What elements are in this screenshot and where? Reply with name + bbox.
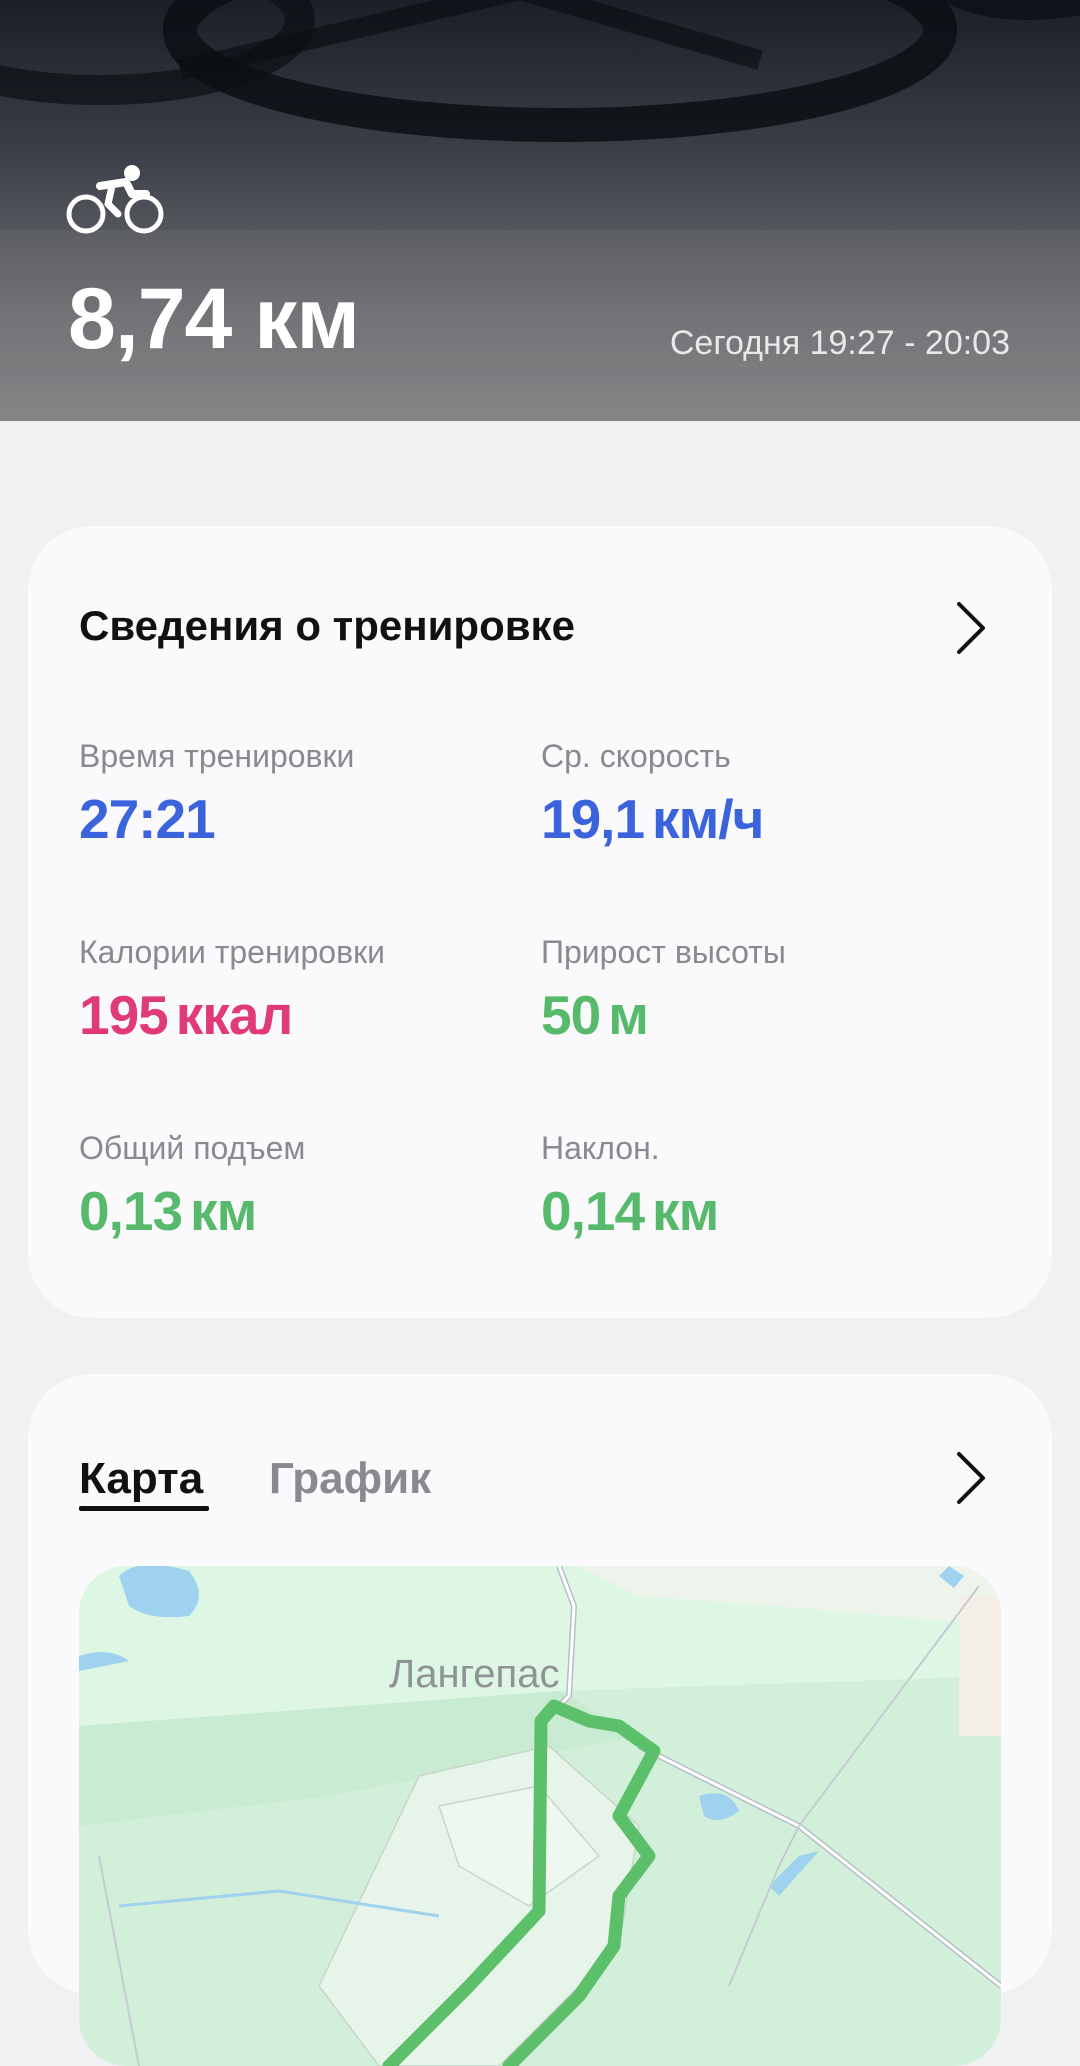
workout-details-card[interactable]: Сведения о тренировке Время тренировки 2…: [28, 526, 1052, 1318]
metric-value: 19,1 км/ч: [541, 787, 981, 851]
metric-number: 27:21: [79, 788, 216, 850]
metric-unit: ккал: [175, 984, 294, 1046]
tab-chart[interactable]: График: [269, 1454, 431, 1504]
map-canvas: [79, 1566, 1001, 2066]
metric-unit: км: [190, 1180, 257, 1242]
metric-elevation-gain: Прирост высоты 50 м: [541, 934, 981, 1047]
metric-avg-speed: Ср. скорость 19,1 км/ч: [541, 738, 981, 851]
metric-value: 0,13 км: [79, 1179, 519, 1243]
metric-label: Прирост высоты: [541, 934, 786, 970]
metric-value: 50 м: [541, 983, 981, 1047]
hero-banner: 8,74 км Сегодня 19:27 - 20:03: [0, 0, 1080, 421]
total-distance: 8,74 км: [68, 271, 360, 367]
map-city-label: Лангепас: [389, 1652, 560, 1696]
cycling-icon: [66, 165, 164, 234]
tab-active-indicator: [79, 1506, 209, 1511]
metric-number: 0,14: [541, 1180, 645, 1242]
metric-value: 195 ккал: [79, 983, 519, 1047]
metric-number: 50: [541, 984, 601, 1046]
metric-number: 195: [79, 984, 169, 1046]
metric-label: Общий подъем: [79, 1130, 306, 1166]
metric-label: Калории тренировки: [79, 934, 385, 970]
route-map[interactable]: Лангепас: [79, 1566, 1001, 2066]
tab-map[interactable]: Карта: [79, 1454, 203, 1504]
metric-workout-time: Время тренировки 27:21: [79, 738, 519, 851]
metric-unit: км: [652, 1180, 719, 1242]
metric-descent: Наклон. 0,14 км: [541, 1130, 981, 1243]
metric-unit: м: [608, 984, 649, 1046]
metric-total-ascent: Общий подъем 0,13 км: [79, 1130, 519, 1243]
metric-number: 19,1: [541, 788, 645, 850]
workout-time-range: Сегодня 19:27 - 20:03: [669, 324, 1010, 362]
metric-label: Время тренировки: [79, 738, 355, 774]
metric-unit: км/ч: [652, 788, 764, 850]
metric-value: 0,14 км: [541, 1179, 981, 1243]
chevron-right-icon[interactable]: [949, 1450, 989, 1506]
card-title: Сведения о тренировке: [79, 602, 575, 649]
metric-label: Ср. скорость: [541, 738, 731, 774]
metric-label: Наклон.: [541, 1130, 660, 1166]
metric-calories: Калории тренировки 195 ккал: [79, 934, 519, 1047]
metric-value: 27:21: [79, 787, 519, 851]
map-chart-card: Карта График Лангепас: [28, 1374, 1052, 2066]
metric-number: 0,13: [79, 1180, 183, 1242]
chevron-right-icon[interactable]: [949, 600, 989, 656]
